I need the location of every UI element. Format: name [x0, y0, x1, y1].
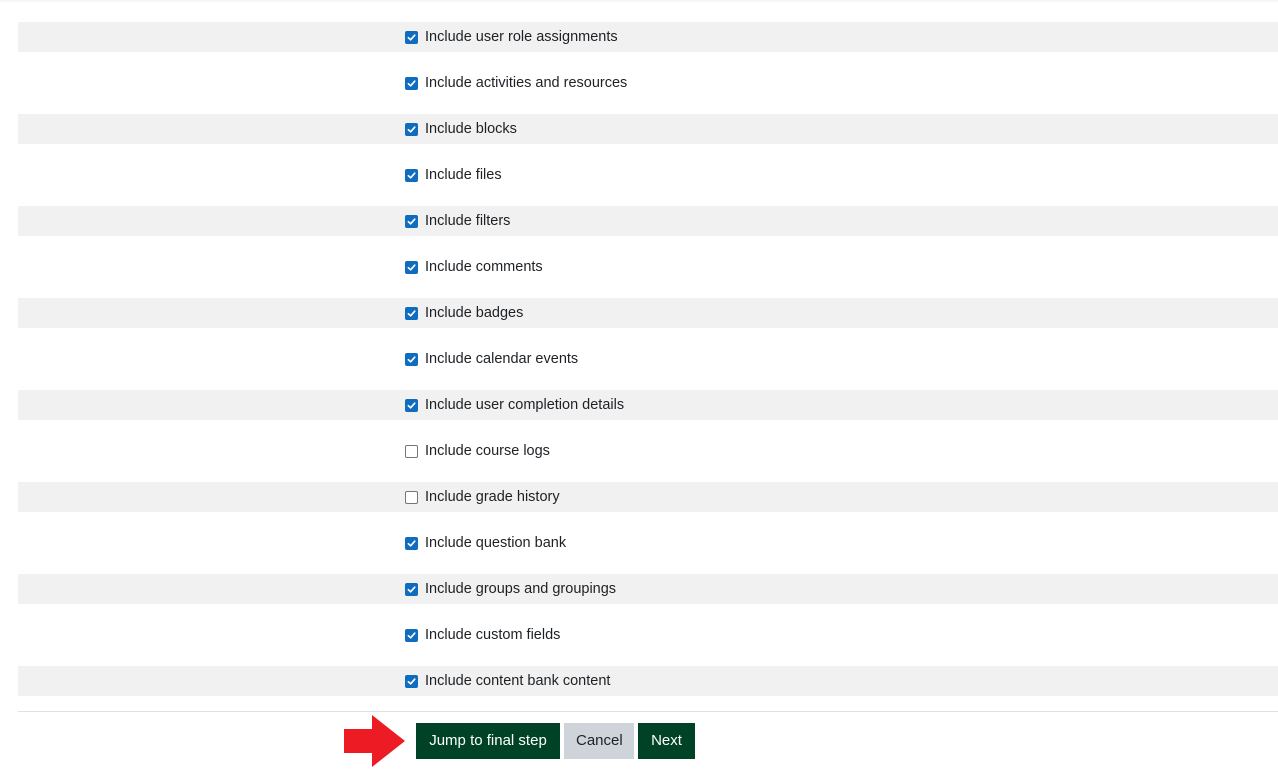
setting-include-blocks[interactable]: Include blocks [405, 118, 517, 140]
checkmark-icon [407, 217, 416, 225]
checkmark-icon [407, 125, 416, 133]
checkmark-icon [407, 539, 416, 547]
checkbox[interactable] [405, 352, 418, 366]
setting-row: Include blocks [18, 114, 1278, 144]
checkbox[interactable] [405, 444, 418, 458]
checkmark-icon [407, 171, 416, 179]
setting-row: Include groups and groupings [18, 574, 1278, 604]
setting-include-custom-fields[interactable]: Include custom fields [405, 624, 560, 646]
setting-include-badges[interactable]: Include badges [405, 302, 523, 324]
checkbox[interactable] [405, 398, 418, 412]
setting-label: Include question bank [425, 535, 567, 551]
setting-row: Include user role assignments [18, 22, 1278, 52]
setting-label: Include user role assignments [425, 29, 618, 45]
setting-label: Include grade history [425, 489, 560, 505]
setting-include-question-bank[interactable]: Include question bank [405, 532, 566, 554]
setting-label: Include blocks [425, 121, 517, 137]
checkbox[interactable] [405, 168, 418, 182]
setting-include-user-role-assignments[interactable]: Include user role assignments [405, 26, 618, 48]
setting-label: Include filters [425, 213, 511, 229]
checkbox[interactable] [405, 76, 418, 90]
setting-label: Include groups and groupings [425, 581, 617, 597]
setting-include-course-logs[interactable]: Include course logs [405, 440, 550, 462]
checkmark-icon [407, 263, 416, 271]
form-divider [18, 711, 1278, 712]
setting-include-calendar-events[interactable]: Include calendar events [405, 348, 578, 370]
setting-label: Include calendar events [425, 351, 579, 367]
top-edge-shadow [0, 0, 1278, 3]
jump-to-final-step-button[interactable]: Jump to final step [416, 723, 560, 759]
checkmark-icon [407, 677, 416, 685]
setting-include-files[interactable]: Include files [405, 164, 502, 186]
setting-label: Include comments [425, 259, 543, 275]
checkbox[interactable] [405, 214, 418, 228]
checkmark-icon [407, 309, 416, 317]
setting-include-activities[interactable]: Include activities and resources [405, 72, 627, 94]
checkbox[interactable] [405, 628, 418, 642]
setting-row: Include grade history [18, 482, 1278, 512]
setting-include-filters[interactable]: Include filters [405, 210, 510, 232]
setting-label: Include custom fields [425, 627, 561, 643]
checkbox[interactable] [405, 674, 418, 688]
backup-settings-list: Include user role assignments Include ac… [18, 22, 1278, 712]
setting-row: Include calendar events [18, 344, 1278, 374]
setting-row: Include content bank content [18, 666, 1278, 696]
checkbox[interactable] [405, 260, 418, 274]
next-button[interactable]: Next [638, 723, 695, 759]
setting-row: Include course logs [18, 436, 1278, 466]
setting-row: Include comments [18, 252, 1278, 282]
setting-label: Include badges [425, 305, 524, 321]
cancel-button[interactable]: Cancel [564, 723, 634, 759]
checkbox[interactable] [405, 306, 418, 320]
checkbox[interactable] [405, 30, 418, 44]
setting-include-user-completion[interactable]: Include user completion details [405, 394, 624, 416]
checkbox[interactable] [405, 122, 418, 136]
setting-row: Include files [18, 160, 1278, 190]
setting-label: Include files [425, 167, 502, 183]
setting-include-comments[interactable]: Include comments [405, 256, 543, 278]
setting-row: Include badges [18, 298, 1278, 328]
setting-row: Include user completion details [18, 390, 1278, 420]
setting-row: Include filters [18, 206, 1278, 236]
checkmark-icon [407, 79, 416, 87]
checkmark-icon [407, 355, 416, 363]
form-actions: Jump to final step Cancel Next [416, 723, 695, 759]
checkmark-icon [407, 585, 416, 593]
checkmark-icon [407, 401, 416, 409]
setting-row: Include question bank [18, 528, 1278, 558]
checkmark-icon [407, 33, 416, 41]
setting-label: Include user completion details [425, 397, 625, 413]
checkbox[interactable] [405, 490, 418, 504]
checkbox[interactable] [405, 582, 418, 596]
setting-label: Include activities and resources [425, 75, 628, 91]
setting-include-grade-history[interactable]: Include grade history [405, 486, 560, 508]
setting-row: Include custom fields [18, 620, 1278, 650]
setting-include-content-bank[interactable]: Include content bank content [405, 670, 610, 692]
red-arrow-right-icon [344, 715, 405, 767]
checkbox[interactable] [405, 536, 418, 550]
setting-row: Include activities and resources [18, 68, 1278, 98]
checkmark-icon [407, 631, 416, 639]
setting-label: Include content bank content [425, 673, 611, 689]
setting-label: Include course logs [425, 443, 550, 459]
setting-include-groups[interactable]: Include groups and groupings [405, 578, 616, 600]
